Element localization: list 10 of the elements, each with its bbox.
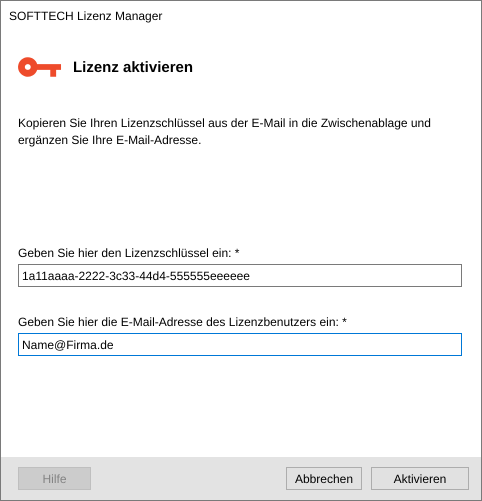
input-field[interactable]: 1a11aaaa-2222-3c33-44d4-555555eeeeee [18, 264, 462, 287]
window-title: SOFTTECH Lizenz Manager [9, 9, 162, 23]
key-icon [18, 57, 62, 77]
dialog-button[interactable]: Abbrechen [286, 467, 362, 490]
dialog-heading: Lizenz aktivieren [73, 58, 194, 76]
field-label: Geben Sie hier die E-Mail-Adresse des Lizenzbenutzers ein: * [18, 315, 348, 329]
description-text: Kopieren Sie Ihren Lizenzschlüssel aus der E-Mail in die Zwischenablage und ergänzen Sie Ihre E-Mail-Adresse. [18, 115, 432, 149]
field-label: Geben Sie hier den Lizenzschlüssel ein: * [18, 246, 240, 260]
dialog-button[interactable]: Aktivieren [371, 467, 469, 490]
input-field[interactable]: Name@Firma.de [18, 333, 462, 356]
